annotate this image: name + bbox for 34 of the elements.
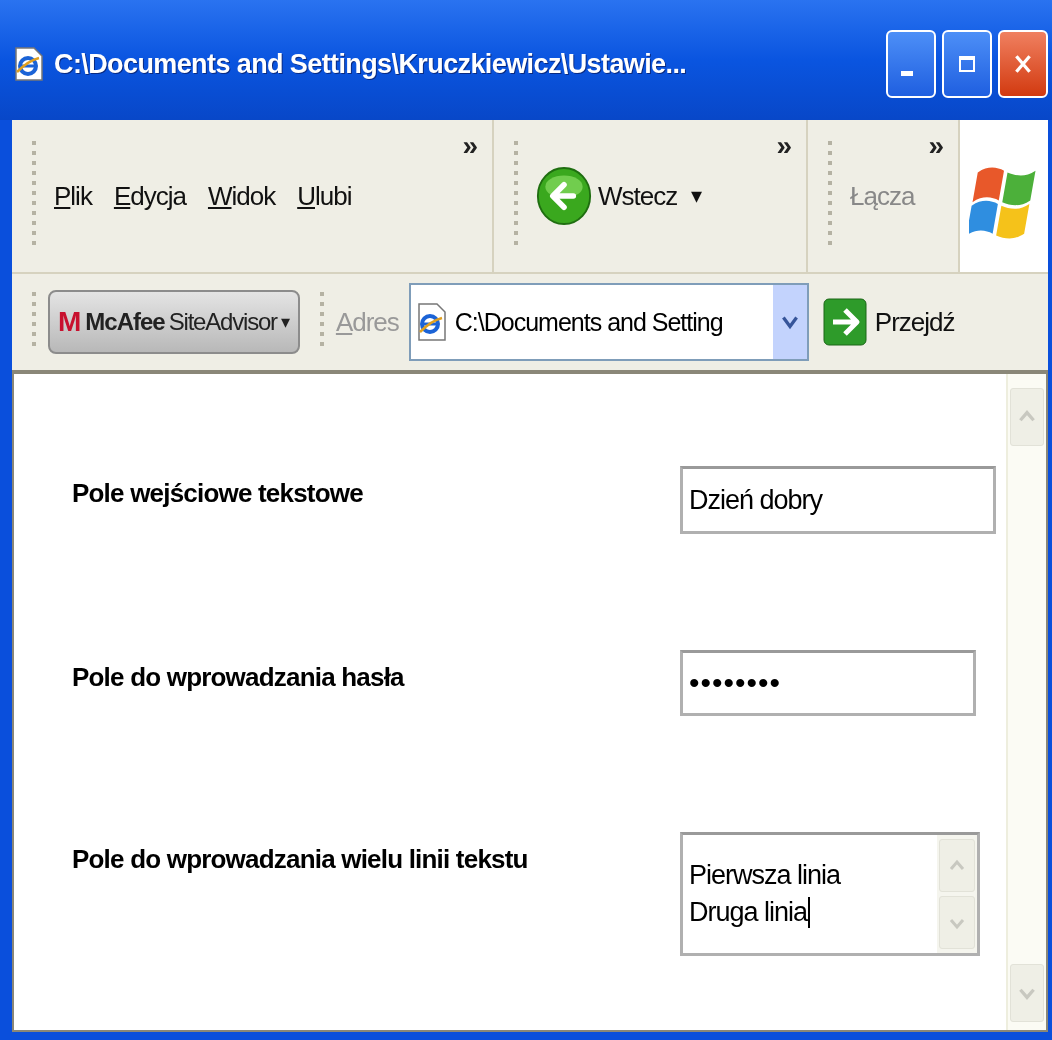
maximize-icon bbox=[957, 54, 977, 74]
siteadvisor-button[interactable]: M McAfee SiteAdvisor ▾ bbox=[48, 290, 300, 354]
address-label: Adres bbox=[335, 306, 399, 338]
chevron-button[interactable]: » bbox=[928, 130, 944, 162]
password-field[interactable]: •••••••• bbox=[680, 650, 976, 716]
menu-item[interactable]: Plik bbox=[54, 180, 92, 212]
dropdown-button[interactable]: ▾ bbox=[691, 183, 703, 209]
field-label: Pole do wprowadzania hasła bbox=[72, 661, 404, 693]
window-title: C:\Documents and Settings\Kruczkiewicz\Ustawie... bbox=[54, 48, 688, 80]
address-dropdown-button[interactable] bbox=[772, 285, 807, 359]
go-button[interactable]: Przejdź bbox=[822, 298, 955, 346]
close-icon bbox=[1012, 53, 1034, 75]
chevron-button[interactable]: » bbox=[776, 130, 792, 162]
back-button[interactable]: Wstecz bbox=[536, 166, 678, 226]
text-area[interactable]: Pierwsza linia Druga linia bbox=[680, 832, 980, 956]
scroll-up-icon[interactable] bbox=[1010, 388, 1044, 446]
minimize-button[interactable] bbox=[886, 30, 936, 98]
page-icon bbox=[416, 302, 447, 342]
scrollbar[interactable] bbox=[1006, 374, 1046, 1030]
menu-item[interactable]: Ulubi bbox=[297, 180, 352, 212]
field-label: Pole wejściowe tekstowe bbox=[72, 477, 363, 509]
scroll-down-icon[interactable] bbox=[939, 896, 975, 949]
close-button[interactable] bbox=[998, 30, 1048, 98]
address-field[interactable]: C:\Documents and Setting bbox=[408, 283, 809, 361]
scroll-down-icon[interactable] bbox=[1010, 964, 1044, 1022]
browser-icon bbox=[14, 46, 44, 82]
scroll-up-icon[interactable] bbox=[939, 839, 975, 892]
chevron-button[interactable]: » bbox=[462, 130, 478, 162]
minimize-icon bbox=[901, 70, 913, 76]
menu-item[interactable]: Edycja bbox=[113, 180, 186, 212]
text-field[interactable]: Dzień dobry bbox=[680, 466, 996, 534]
menu-item[interactable]: Widok bbox=[207, 180, 276, 212]
field-label: Pole do wprowadzania wielu linii tekstu bbox=[72, 843, 528, 875]
maximize-button[interactable] bbox=[942, 30, 992, 98]
